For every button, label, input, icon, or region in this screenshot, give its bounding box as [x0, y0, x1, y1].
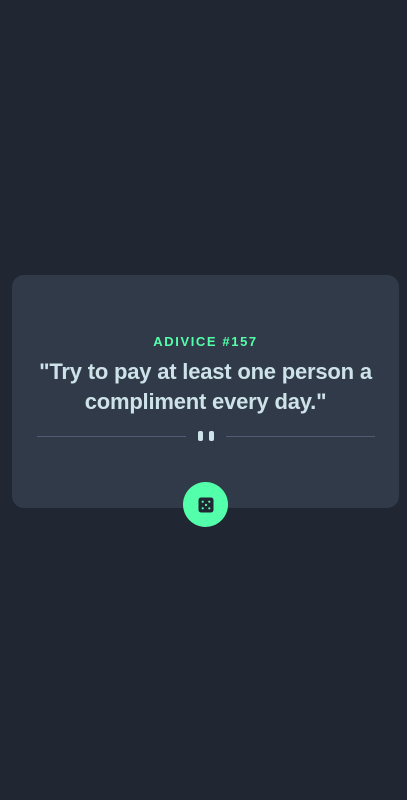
- roll-advice-button[interactable]: [183, 482, 228, 527]
- pause-icon: [198, 431, 214, 441]
- app-screen: ADIVICE #157 "Try to pay at least one pe…: [0, 0, 407, 800]
- divider-line-right: [226, 436, 375, 437]
- divider-line-left: [37, 436, 186, 437]
- advice-id: ADIVICE #157: [153, 334, 258, 349]
- advice-card: ADIVICE #157 "Try to pay at least one pe…: [12, 275, 399, 508]
- divider: [37, 429, 375, 443]
- dice-icon: [198, 497, 213, 512]
- advice-quote: "Try to pay at least one person a compli…: [39, 359, 372, 414]
